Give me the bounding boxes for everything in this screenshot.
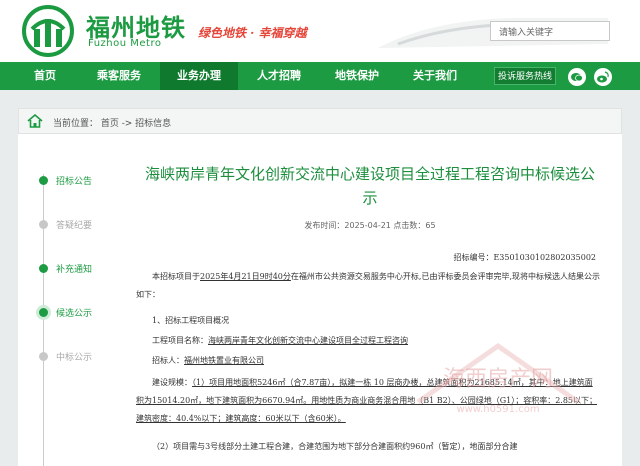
nav-recruitment[interactable]: 人才招聘 (240, 62, 318, 90)
project-name-row: 工程项目名称：海峡两岸青年文化创新交流中心建设项目全过程工程咨询 (136, 332, 600, 350)
bid-number: 招标编号：E3501030102802035002 (453, 253, 596, 262)
sidebar-item-label: 补充通知 (56, 265, 93, 275)
nav-passenger-service[interactable]: 乘客服务 (80, 62, 158, 90)
scale-row: 建设规模：（1）项目用地面积5246㎡（合7.87亩），拟建一栋 10 层商办楼… (136, 374, 600, 428)
sidebar-item-candidate-notice[interactable]: 候选公示 (18, 304, 118, 324)
sidebar-item-label: 候选公示 (56, 309, 93, 319)
project-name-value: 海峡两岸青年文化创新交流中心建设项目全过程工程咨询 (208, 336, 408, 345)
scale-row-2: （2）项目需与3号线部分土建工程合建，合建范围为地下部分合建面积约960㎡（暂定… (152, 442, 518, 451)
section-heading: 1、招标工程项目概况 (152, 316, 230, 325)
complaint-hotline-button[interactable]: 投诉服务热线 (494, 67, 556, 85)
breadcrumb: 当前位置： 首页 -> 招标信息 (18, 108, 622, 134)
timeline-dot-icon (39, 352, 48, 361)
breadcrumb-text[interactable]: 当前位置： 首页 -> 招标信息 (53, 116, 171, 129)
fuzhou-metro-logo-icon[interactable] (22, 5, 74, 57)
project-name-label: 工程项目名称： (152, 336, 208, 345)
scale-value: （1）项目用地面积5246㎡（合7.87亩），拟建一栋 10 层商办楼，总建筑面… (136, 378, 598, 423)
intro-text-a: 本招标项目于 (152, 272, 200, 281)
page-title: 海峡两岸青年文化创新交流中心建设项目全过程工程咨询中标候选公示 (144, 165, 595, 207)
timeline-dot-icon (39, 176, 48, 185)
wechat-icon[interactable] (568, 68, 586, 86)
nav-home[interactable]: 首页 (10, 62, 80, 90)
nav-about-us[interactable]: 关于我们 (396, 62, 474, 90)
timeline-dot-icon (39, 220, 48, 229)
slogan: 绿色地铁 · 幸福穿越 (198, 26, 307, 40)
scale-label: 建设规模： (152, 378, 192, 387)
tenderer-value: 福州地铁置业有限公司 (184, 356, 264, 365)
nav-business[interactable]: 业务办理 (160, 62, 238, 90)
timeline-dot-icon (39, 264, 48, 273)
opening-date: 2025年4月21日9时40分 (200, 272, 291, 281)
sidebar-item-label: 招标公告 (56, 177, 93, 187)
sidebar: 招标公告 答疑纪要 补充通知 候选公示 中标公示 (18, 134, 118, 466)
sidebar-item-label: 答疑纪要 (56, 221, 93, 231)
article-meta: 发布时间：2025-04-21 点击数：65 (304, 221, 436, 230)
logo-subtitle: Fuzhou Metro (88, 38, 162, 49)
home-icon[interactable] (27, 114, 43, 128)
sidebar-item-bid-notice[interactable]: 招标公告 (18, 172, 118, 192)
site-header: 福州地铁 Fuzhou Metro 绿色地铁 · 幸福穿越 请输入关键字 (0, 0, 640, 62)
nav-metro-protection[interactable]: 地铁保护 (318, 62, 396, 90)
sidebar-item-supplementary-notice[interactable]: 补充通知 (18, 260, 118, 280)
sidebar-item-qa-minutes[interactable]: 答疑纪要 (18, 216, 118, 236)
sidebar-item-label: 中标公示 (56, 353, 93, 363)
intro-paragraph: 本招标项目于2025年4月21日9时40分在福州市公共资源交易服务中心开标,已由… (136, 268, 600, 304)
weibo-icon[interactable] (594, 68, 612, 86)
tenderer-label: 招标人： (152, 356, 184, 365)
timeline-dot-icon (39, 308, 48, 317)
sidebar-item-award-notice[interactable]: 中标公示 (18, 348, 118, 368)
search-input[interactable]: 请输入关键字 (490, 21, 610, 41)
article-panel: 海峡两岸青年文化创新交流中心建设项目全过程工程咨询中标候选公示 发布时间：202… (118, 134, 622, 466)
tenderer-row: 招标人：福州地铁置业有限公司 (136, 352, 600, 370)
